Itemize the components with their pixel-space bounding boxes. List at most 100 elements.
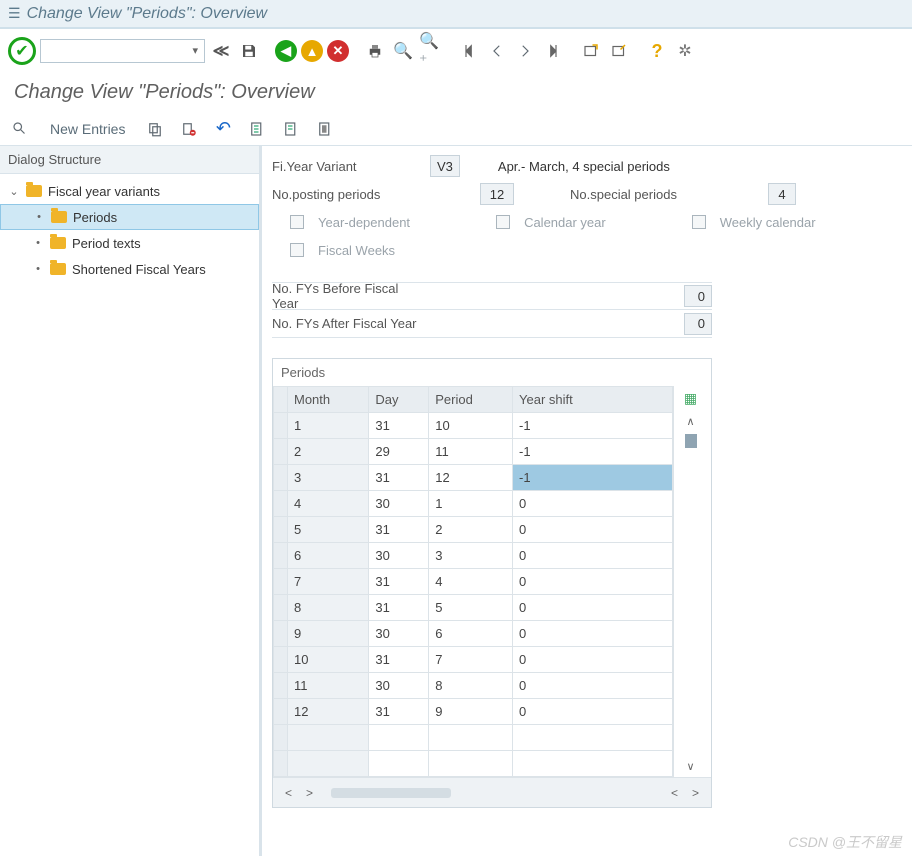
- cell-year-shift[interactable]: -1: [513, 413, 673, 439]
- rewind-icon[interactable]: ≪: [209, 39, 233, 63]
- tree-node-shortened-fiscal-years[interactable]: •Shortened Fiscal Years: [0, 256, 259, 282]
- cell-period[interactable]: 10: [429, 413, 513, 439]
- toggle-display-icon[interactable]: [10, 119, 30, 139]
- table-row[interactable]: 103170: [274, 647, 673, 673]
- table-row[interactable]: 22911-1: [274, 439, 673, 465]
- periods-table[interactable]: MonthDayPeriodYear shift 13110-122911-13…: [273, 386, 673, 777]
- cell-year-shift[interactable]: 0: [513, 517, 673, 543]
- undo-icon[interactable]: ↶: [213, 119, 233, 139]
- select-block-icon[interactable]: [281, 119, 301, 139]
- tree-node-periods[interactable]: •Periods: [0, 204, 259, 230]
- cell-day[interactable]: 30: [369, 543, 429, 569]
- col-month[interactable]: Month: [288, 387, 369, 413]
- cell-period[interactable]: 8: [429, 673, 513, 699]
- new-entries-button[interactable]: New Entries: [44, 117, 131, 141]
- cell-month[interactable]: 4: [288, 491, 369, 517]
- cell-year-shift[interactable]: 0: [513, 491, 673, 517]
- delete-icon[interactable]: [179, 119, 199, 139]
- row-selector[interactable]: [274, 621, 288, 647]
- first-page-icon[interactable]: [457, 39, 481, 63]
- row-selector[interactable]: [274, 543, 288, 569]
- cell-month[interactable]: 11: [288, 673, 369, 699]
- row-selector[interactable]: [274, 569, 288, 595]
- copy-as-icon[interactable]: [145, 119, 165, 139]
- cell-period[interactable]: 6: [429, 621, 513, 647]
- cell-day[interactable]: 31: [369, 647, 429, 673]
- row-selector[interactable]: [274, 465, 288, 491]
- cell-period[interactable]: 11: [429, 439, 513, 465]
- tree-root[interactable]: ⌄ Fiscal year variants: [0, 178, 259, 204]
- cell-month[interactable]: 12: [288, 699, 369, 725]
- cell-period[interactable]: 5: [429, 595, 513, 621]
- cell-day[interactable]: 30: [369, 491, 429, 517]
- cell-year-shift[interactable]: 0: [513, 699, 673, 725]
- table-row[interactable]: 43010: [274, 491, 673, 517]
- cell-month[interactable]: 5: [288, 517, 369, 543]
- select-all-icon[interactable]: [247, 119, 267, 139]
- table-settings-icon[interactable]: ▦: [684, 390, 697, 407]
- cell-month[interactable]: 1: [288, 413, 369, 439]
- cell-month[interactable]: 7: [288, 569, 369, 595]
- scroll-right-icon[interactable]: >: [302, 786, 317, 800]
- scroll-down-icon[interactable]: ∨: [686, 760, 694, 773]
- cell-month[interactable]: 8: [288, 595, 369, 621]
- last-page-icon[interactable]: [541, 39, 565, 63]
- hscroll-thumb[interactable]: [331, 788, 451, 798]
- scroll-thumb[interactable]: [685, 434, 697, 448]
- table-row[interactable]: 13110-1: [274, 413, 673, 439]
- shortcut-icon[interactable]: [607, 39, 631, 63]
- row-selector[interactable]: [274, 491, 288, 517]
- cell-period[interactable]: 3: [429, 543, 513, 569]
- table-row[interactable]: 83150: [274, 595, 673, 621]
- table-row-empty[interactable]: [274, 751, 673, 777]
- cell-year-shift[interactable]: 0: [513, 569, 673, 595]
- print-icon[interactable]: [363, 39, 387, 63]
- collapse-icon[interactable]: ⌄: [8, 185, 20, 198]
- row-selector[interactable]: [274, 439, 288, 465]
- save-icon[interactable]: [237, 39, 261, 63]
- scroll-left-icon[interactable]: <: [281, 786, 296, 800]
- enter-button[interactable]: ✔: [8, 37, 36, 65]
- cell-period[interactable]: 7: [429, 647, 513, 673]
- back-button[interactable]: ◀: [275, 40, 297, 62]
- table-row[interactable]: 123190: [274, 699, 673, 725]
- table-row[interactable]: 53120: [274, 517, 673, 543]
- cell-day[interactable]: 29: [369, 439, 429, 465]
- cell-year-shift[interactable]: 0: [513, 673, 673, 699]
- scroll-up-icon[interactable]: ∧: [686, 415, 694, 428]
- row-selector-header[interactable]: [274, 387, 288, 413]
- cell-year-shift[interactable]: 0: [513, 647, 673, 673]
- cell-year-shift[interactable]: 0: [513, 595, 673, 621]
- cell-year-shift[interactable]: -1: [513, 465, 673, 491]
- table-row[interactable]: 33112-1: [274, 465, 673, 491]
- cell-day[interactable]: 31: [369, 517, 429, 543]
- row-selector[interactable]: [274, 647, 288, 673]
- cell-day[interactable]: 31: [369, 413, 429, 439]
- settings-icon[interactable]: ✲: [673, 39, 697, 63]
- deselect-all-icon[interactable]: [315, 119, 335, 139]
- cell-period[interactable]: 1: [429, 491, 513, 517]
- table-row[interactable]: 63030: [274, 543, 673, 569]
- command-field[interactable]: ▾: [40, 39, 205, 63]
- tree-node-period-texts[interactable]: •Period texts: [0, 230, 259, 256]
- window-menu-icon[interactable]: ☰: [8, 5, 21, 22]
- cell-day[interactable]: 31: [369, 595, 429, 621]
- table-row[interactable]: 73140: [274, 569, 673, 595]
- table-row[interactable]: 93060: [274, 621, 673, 647]
- cell-year-shift[interactable]: 0: [513, 543, 673, 569]
- cell-period[interactable]: 9: [429, 699, 513, 725]
- row-selector[interactable]: [274, 517, 288, 543]
- row-selector[interactable]: [274, 413, 288, 439]
- cell-day[interactable]: 31: [369, 699, 429, 725]
- cell-day[interactable]: 30: [369, 673, 429, 699]
- col-year-shift[interactable]: Year shift: [513, 387, 673, 413]
- table-row[interactable]: 113080: [274, 673, 673, 699]
- new-session-icon[interactable]: [579, 39, 603, 63]
- cell-day[interactable]: 31: [369, 569, 429, 595]
- cell-day[interactable]: 31: [369, 465, 429, 491]
- cell-year-shift[interactable]: -1: [513, 439, 673, 465]
- scroll-left2-icon[interactable]: <: [667, 786, 682, 800]
- cancel-button[interactable]: ✕: [327, 40, 349, 62]
- cell-month[interactable]: 2: [288, 439, 369, 465]
- cell-day[interactable]: 30: [369, 621, 429, 647]
